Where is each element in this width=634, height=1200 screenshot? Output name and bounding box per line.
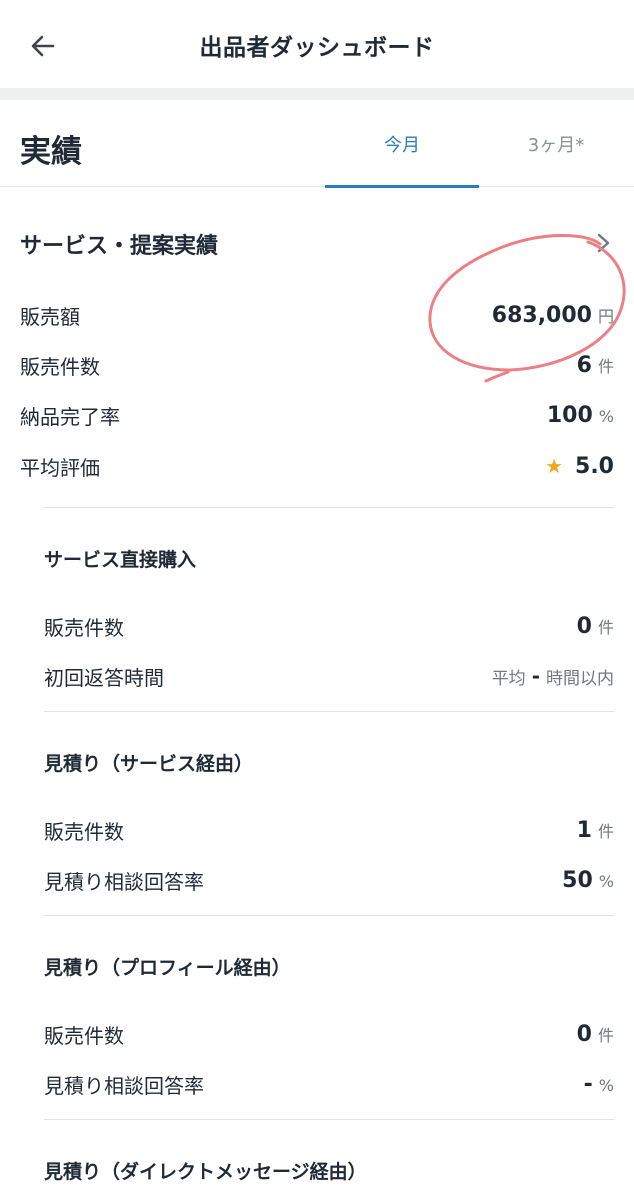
- divider: [44, 711, 614, 712]
- unit: 件: [597, 821, 614, 841]
- row-label: 販売件数: [20, 354, 100, 379]
- unit: 件: [597, 617, 614, 637]
- estimate-dm-title: 見積り（ダイレクトメッセージ経由）: [44, 1161, 367, 1183]
- estimate-profile-answer-row: 見積り相談回答率 - %: [44, 1064, 614, 1104]
- row-value: 683,000 円: [492, 303, 614, 328]
- estimate-profile-sales-row: 販売件数 0 件: [44, 1014, 614, 1054]
- unit: %: [598, 1075, 614, 1095]
- performance-tabs-bar: 実績 今月 3ヶ月*: [0, 100, 634, 188]
- performance-heading: 実績: [20, 134, 82, 170]
- row-value: 0 件: [577, 614, 614, 639]
- row-label: 初回返答時間: [44, 665, 164, 690]
- row-label: 販売件数: [44, 1023, 124, 1048]
- sales-amount-value: 683,000: [491, 302, 592, 328]
- direct-sales-count-row: 販売件数 0 件: [44, 606, 614, 646]
- estimate-service-answer-row: 見積り相談回答率 50 %: [44, 860, 614, 900]
- sales-count-value: 6: [576, 352, 592, 378]
- sales-amount-row: 販売額 683,000 円: [20, 295, 614, 335]
- first-response-row: 初回返答時間 平均 - 時間以内: [44, 656, 614, 696]
- row-label: 平均評価: [20, 455, 100, 480]
- row-value: 0 件: [577, 1022, 614, 1047]
- estimate-profile-title: 見積り（プロフィール経由）: [44, 957, 291, 979]
- estimate-profile-answer-value: -: [583, 1071, 593, 1097]
- page-title: 出品者ダッシュボード: [199, 35, 435, 61]
- row-value: 100 %: [547, 403, 614, 428]
- direct-sales-count-value: 0: [576, 613, 592, 639]
- direct-purchase-title: サービス直接購入: [44, 549, 197, 571]
- tab-this-month[interactable]: 今月: [325, 100, 479, 188]
- tab-three-months[interactable]: 3ヶ月*: [479, 100, 633, 187]
- star-icon: ★: [545, 454, 564, 478]
- row-label: 販売件数: [44, 615, 124, 640]
- estimate-service-sales-value: 1: [576, 817, 592, 843]
- response-suffix: 時間以内: [546, 668, 614, 689]
- row-value: 平均 - 時間以内: [492, 664, 614, 689]
- tab-label: 今月: [384, 134, 420, 156]
- row-value: 6 件: [577, 353, 614, 378]
- response-value: -: [531, 664, 540, 688]
- row-label: 見積り相談回答率: [44, 869, 204, 894]
- estimate-service-sales-row: 販売件数 1 件: [44, 810, 614, 850]
- header-separator: [0, 88, 634, 100]
- active-tab-indicator: [325, 185, 479, 188]
- row-value: 50 %: [562, 868, 614, 893]
- delivery-rate-value: 100: [546, 402, 593, 428]
- unit: %: [598, 406, 614, 426]
- row-value: - %: [584, 1072, 614, 1097]
- app-header: 出品者ダッシュボード: [0, 0, 634, 88]
- average-rating-value: 5.0: [575, 453, 614, 479]
- sales-count-row: 販売件数 6 件: [20, 345, 614, 385]
- tab-label: 3ヶ月*: [527, 134, 585, 156]
- estimate-service-title: 見積り（サービス経由）: [44, 753, 254, 775]
- row-label: 見積り相談回答率: [44, 1073, 204, 1098]
- estimate-profile-sales-value: 0: [576, 1021, 592, 1047]
- unit: 件: [597, 356, 614, 376]
- chevron-right-icon[interactable]: [592, 232, 614, 254]
- unit: 件: [597, 1025, 614, 1045]
- row-value: ★ 5.0: [545, 454, 614, 479]
- service-results-title: サービス・提案実績: [20, 234, 219, 259]
- row-label: 販売額: [20, 304, 80, 329]
- unit: 円: [597, 306, 614, 326]
- delivery-rate-row: 納品完了率 100 %: [20, 395, 614, 435]
- estimate-service-answer-value: 50: [562, 867, 593, 893]
- row-label: 販売件数: [44, 819, 124, 844]
- response-prefix: 平均: [491, 668, 526, 689]
- divider: [44, 915, 614, 916]
- average-rating-row: 平均評価 ★ 5.0: [20, 446, 614, 486]
- row-label: 納品完了率: [20, 404, 120, 429]
- row-value: 1 件: [577, 818, 614, 843]
- divider: [44, 1119, 614, 1120]
- unit: %: [598, 871, 614, 891]
- divider: [44, 507, 614, 508]
